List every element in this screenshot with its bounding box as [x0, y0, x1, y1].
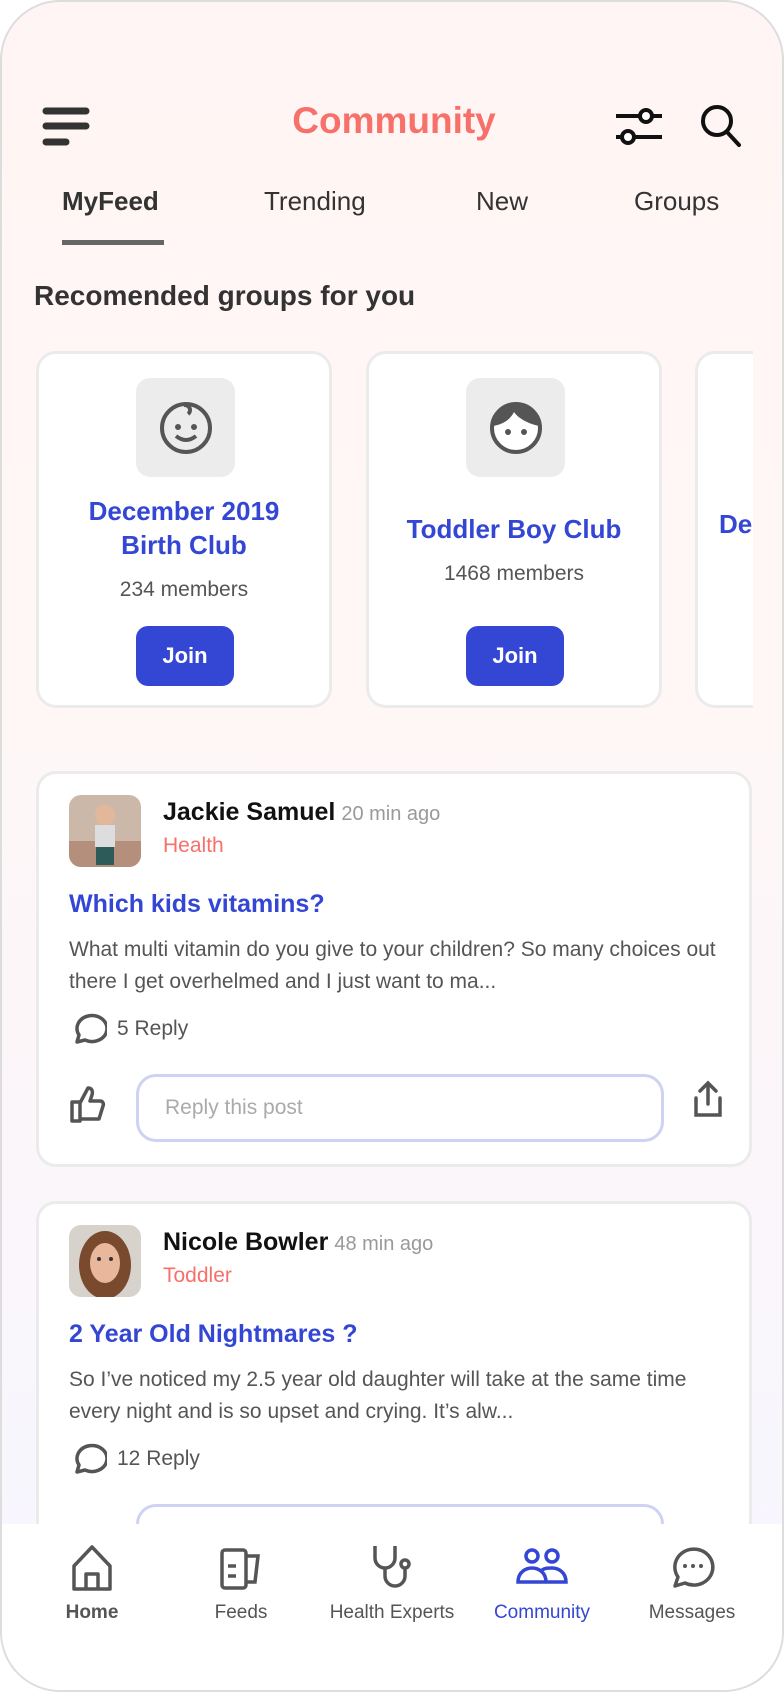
nav-label: Home — [65, 1602, 119, 1623]
nav-label: Messages — [648, 1602, 736, 1623]
sliders-icon[interactable] — [614, 106, 664, 148]
nav-feeds[interactable]: Feeds — [166, 1544, 316, 1624]
reply-input[interactable]: Reply this post — [136, 1074, 664, 1142]
group-name[interactable]: December 2019 — [39, 494, 329, 528]
active-tab-indicator — [62, 240, 164, 245]
post-body: What multi vitamin do you give to your c… — [69, 938, 716, 993]
post-time: 20 min ago — [341, 803, 441, 825]
thumbs-up-icon[interactable] — [69, 1084, 107, 1124]
nav-community[interactable]: Community — [467, 1544, 617, 1624]
message-icon — [673, 1547, 715, 1588]
group-card-partial[interactable]: De — [695, 351, 753, 708]
post-body: So I’ve noticed my 2.5 year old daughter… — [69, 1368, 687, 1423]
nav-label: Community — [493, 1602, 591, 1623]
avatar[interactable] — [69, 795, 141, 867]
post-title[interactable]: Which kids vitamins? — [69, 890, 325, 919]
share-icon[interactable] — [693, 1080, 723, 1118]
join-button[interactable]: Join — [136, 626, 234, 686]
group-card[interactable]: Toddler Boy Club 1468 members Join — [366, 351, 662, 708]
bottom-nav: Home Feeds Health Experts Community Mess… — [2, 1524, 782, 1690]
section-heading: Recomended groups for you — [34, 280, 416, 311]
home-icon — [72, 1545, 112, 1591]
post-category[interactable]: Health — [163, 834, 224, 858]
search-icon[interactable] — [700, 104, 742, 148]
author-name[interactable]: Jackie Samuel — [163, 798, 335, 826]
reply-count[interactable]: 12 Reply — [69, 1442, 200, 1476]
nav-health-experts[interactable]: Health Experts — [317, 1544, 467, 1624]
phone-screen: Community MyFeed Trending New Groups Rec… — [0, 0, 784, 1692]
comment-icon — [75, 1443, 107, 1474]
post-card: Jackie Samuel 20 min ago Health Which kid… — [36, 771, 752, 1167]
community-icon — [516, 1548, 568, 1584]
nav-label: Feeds — [214, 1602, 268, 1623]
feeds-icon — [220, 1548, 260, 1590]
comment-icon — [75, 1013, 107, 1044]
page-title: Community — [292, 100, 496, 141]
join-button[interactable]: Join — [466, 626, 564, 686]
tab-groups[interactable]: Groups — [634, 186, 719, 217]
tab-trending[interactable]: Trending — [264, 186, 366, 217]
post-time: 48 min ago — [334, 1233, 434, 1255]
group-members: 1468 members — [443, 562, 585, 585]
tab-new[interactable]: New — [476, 186, 528, 217]
group-name[interactable]: De — [719, 509, 752, 540]
group-card[interactable]: December 2019 Birth Club 234 members Joi… — [36, 351, 332, 708]
author-name[interactable]: Nicole Bowler — [163, 1228, 328, 1256]
post-category[interactable]: Toddler — [163, 1264, 232, 1288]
nav-home[interactable]: Home — [17, 1544, 167, 1624]
nav-label: Health Experts — [329, 1602, 455, 1623]
stethoscope-icon — [373, 1546, 411, 1588]
reply-count[interactable]: 5 Reply — [69, 1012, 188, 1046]
avatar[interactable] — [69, 1225, 141, 1297]
group-name-line2[interactable]: Birth Club — [39, 528, 329, 562]
reply-count-label: 12 Reply — [117, 1447, 200, 1470]
baby-face-icon — [136, 378, 235, 477]
post-title[interactable]: 2 Year Old Nightmares ? — [69, 1320, 358, 1349]
nav-messages[interactable]: Messages — [617, 1544, 767, 1624]
group-members: 234 members — [119, 578, 249, 601]
reply-count-label: 5 Reply — [117, 1017, 189, 1040]
boy-face-icon — [466, 378, 565, 477]
tab-myfeed[interactable]: MyFeed — [62, 186, 159, 217]
group-name[interactable]: Toddler Boy Club — [369, 512, 659, 546]
